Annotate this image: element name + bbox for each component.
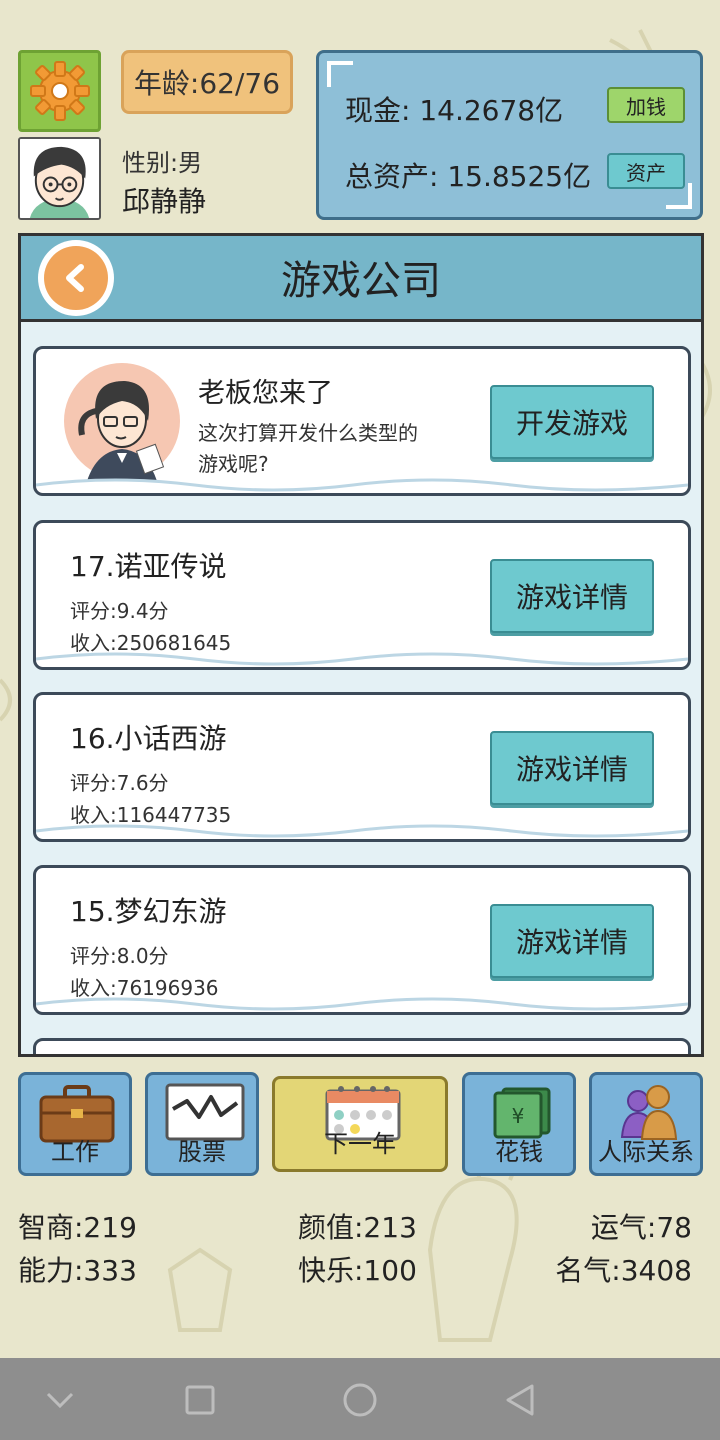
- game-company-panel: 游戏公司 老板您来了 这次打算开发什么类型的 游戏呢? 开发游戏 17.诺亚传说…: [18, 233, 704, 1057]
- panel-header: 游戏公司: [21, 236, 701, 322]
- relations-button[interactable]: 人际关系: [589, 1072, 703, 1176]
- settings-button[interactable]: [18, 50, 101, 132]
- game-details-button[interactable]: 游戏详情: [490, 904, 654, 978]
- game-card: 16.小话西游 评分:7.6分 收入:116447735 游戏详情: [33, 692, 691, 842]
- game-score: 评分:9.4分: [70, 599, 169, 623]
- next-year-label: 下一年: [324, 1130, 396, 1158]
- panel-title: 游戏公司: [281, 258, 441, 304]
- wave-decoration: [36, 478, 688, 492]
- player-face-icon: [20, 139, 99, 218]
- relations-label: 人际关系: [598, 1138, 694, 1166]
- stat-looks: 颜值:213: [298, 1211, 417, 1244]
- money-panel: 现金: 14.2678亿 加钱 总资产: 15.8525亿 资产: [316, 50, 703, 220]
- spend-money-button[interactable]: ¥ 花钱: [462, 1072, 576, 1176]
- recent-apps-icon[interactable]: [184, 1384, 216, 1416]
- add-money-button[interactable]: 加钱: [607, 87, 685, 123]
- wave-decoration: [36, 652, 688, 666]
- game-title: 16.小话西游: [70, 722, 227, 755]
- game-details-button[interactable]: 游戏详情: [490, 731, 654, 805]
- boss-question-line1: 这次打算开发什么类型的: [198, 421, 418, 445]
- home-icon[interactable]: [342, 1382, 378, 1418]
- stocks-button[interactable]: 股票: [145, 1072, 259, 1176]
- cash-text: 现金: 14.2678亿: [345, 94, 564, 127]
- back-icon-circle: [44, 246, 108, 310]
- spend-money-label: 花钱: [495, 1138, 543, 1166]
- boss-greeting: 老板您来了: [198, 378, 333, 409]
- stat-luck: 运气:78: [590, 1211, 692, 1244]
- wave-decoration: [36, 997, 688, 1011]
- next-year-button[interactable]: 下一年: [272, 1076, 448, 1172]
- game-score: 评分:8.0分: [70, 944, 169, 968]
- chevron-down-icon[interactable]: [44, 1384, 76, 1416]
- wave-decoration: [36, 824, 688, 838]
- boss-card: 老板您来了 这次打算开发什么类型的 游戏呢? 开发游戏: [33, 346, 691, 496]
- game-score: 评分:7.6分: [70, 771, 169, 795]
- system-navigation-bar: [0, 1358, 720, 1440]
- game-card: 15.梦幻东游 评分:8.0分 收入:76196936 游戏详情: [33, 865, 691, 1015]
- corner-decoration: [327, 61, 353, 87]
- back-triangle-icon[interactable]: [502, 1382, 538, 1418]
- age-display: 年龄:62/76: [121, 50, 293, 114]
- stat-iq: 智商:219: [18, 1211, 137, 1244]
- develop-game-button[interactable]: 开发游戏: [490, 385, 654, 459]
- stocks-label: 股票: [178, 1138, 226, 1166]
- chevron-left-icon: [66, 264, 84, 292]
- total-assets-text: 总资产: 15.8525亿: [345, 160, 592, 193]
- game-title: 15.梦幻东游: [70, 895, 227, 928]
- game-details-button[interactable]: 游戏详情: [490, 559, 654, 633]
- gear-icon: [29, 61, 90, 121]
- age-text: 年龄:62/76: [133, 67, 281, 100]
- stat-happiness: 快乐:100: [298, 1254, 417, 1287]
- player-name: 邱静静: [122, 185, 207, 218]
- gender-text: 性别:男: [122, 149, 203, 177]
- game-card-partial: [33, 1038, 691, 1054]
- stat-fame: 名气:3408: [555, 1254, 692, 1287]
- work-label: 工作: [51, 1138, 99, 1166]
- svg-text:¥: ¥: [512, 1104, 525, 1128]
- stat-ability: 能力:333: [18, 1254, 137, 1287]
- work-button[interactable]: 工作: [18, 1072, 132, 1176]
- secretary-avatar-icon: [64, 363, 180, 481]
- game-card: 17.诺亚传说 评分:9.4分 收入:250681645 游戏详情: [33, 520, 691, 670]
- game-title: 17.诺亚传说: [70, 550, 227, 583]
- assets-button[interactable]: 资产: [607, 153, 685, 189]
- player-avatar[interactable]: [18, 137, 101, 220]
- back-button[interactable]: [38, 240, 114, 316]
